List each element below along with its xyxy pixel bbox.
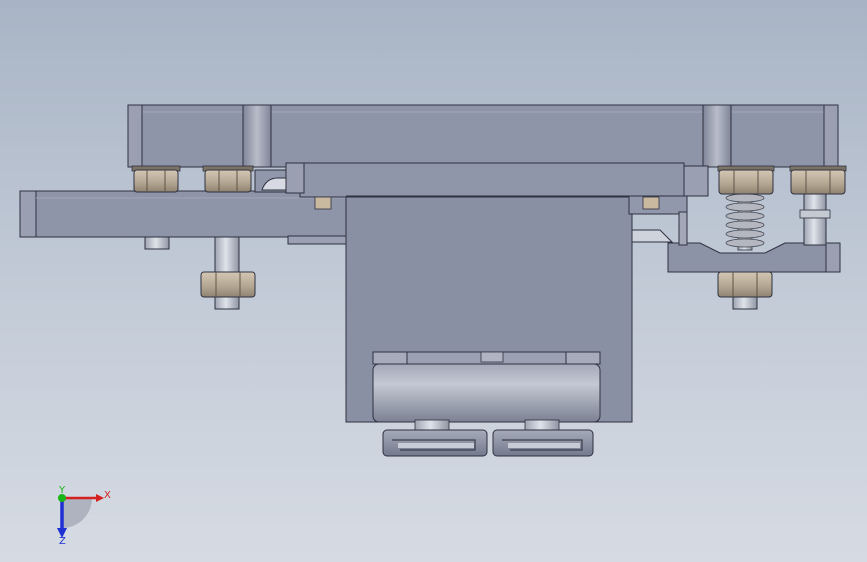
pillar-left [242, 104, 272, 168]
roller-drum [372, 363, 601, 423]
x-axis-label: X [104, 490, 111, 501]
bolt-stub-center [314, 196, 332, 210]
hex-nut [717, 165, 775, 195]
bolt-stub-right [642, 196, 660, 210]
hex-nut [202, 165, 254, 193]
pillar-right [702, 104, 732, 168]
hex-nut [717, 271, 773, 298]
hex-nut [200, 271, 256, 298]
x-axis-arrow-icon [96, 494, 104, 502]
bolt-stub-left [144, 236, 170, 250]
clamp-foot-right [492, 419, 594, 457]
left-arm[interactable] [19, 190, 351, 238]
clamp-foot-left [382, 419, 488, 457]
triad-plane [62, 498, 92, 528]
coordinate-triad[interactable]: X Y Z [57, 485, 111, 547]
guide-rod-collar [799, 209, 831, 219]
spring [725, 189, 765, 251]
z-axis-label: Z [59, 536, 66, 547]
y-axis-label: Y [58, 485, 66, 496]
hex-nut [789, 165, 847, 195]
hex-nut [131, 165, 181, 193]
cad-viewport[interactable]: X Y Z [0, 0, 867, 562]
roller-housing [372, 351, 601, 365]
